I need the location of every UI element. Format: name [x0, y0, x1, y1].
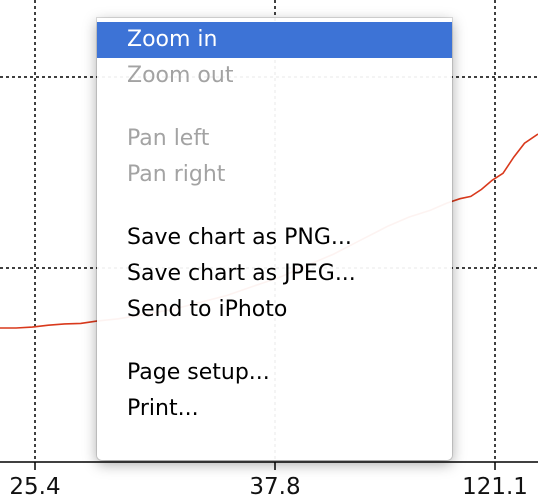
x-tick-label-3: 121.1: [462, 474, 528, 500]
menu-item-pan-right[interactable]: Pan right: [97, 157, 452, 193]
x-tick-label-2: 37.8: [249, 474, 300, 500]
menu-item-save-png[interactable]: Save chart as PNG...: [97, 220, 452, 256]
x-tick-label-1: 25.4: [9, 474, 60, 500]
context-menu: Zoom in Zoom out Pan left Pan right Save…: [97, 18, 452, 460]
menu-item-zoom-out[interactable]: Zoom out: [97, 58, 452, 94]
menu-item-save-jpeg[interactable]: Save chart as JPEG...: [97, 256, 452, 292]
chart-window: 25.4 37.8 121.1 Zoom in Zoom out Pan lef…: [0, 0, 538, 504]
menu-separator: [97, 328, 452, 355]
menu-item-page-setup[interactable]: Page setup...: [97, 355, 452, 391]
menu-separator: [97, 193, 452, 220]
menu-item-send-to-iphoto[interactable]: Send to iPhoto: [97, 292, 452, 328]
menu-item-zoom-in[interactable]: Zoom in: [97, 22, 452, 58]
menu-separator: [97, 94, 452, 121]
menu-item-pan-left[interactable]: Pan left: [97, 121, 452, 157]
menu-item-print[interactable]: Print...: [97, 391, 452, 427]
